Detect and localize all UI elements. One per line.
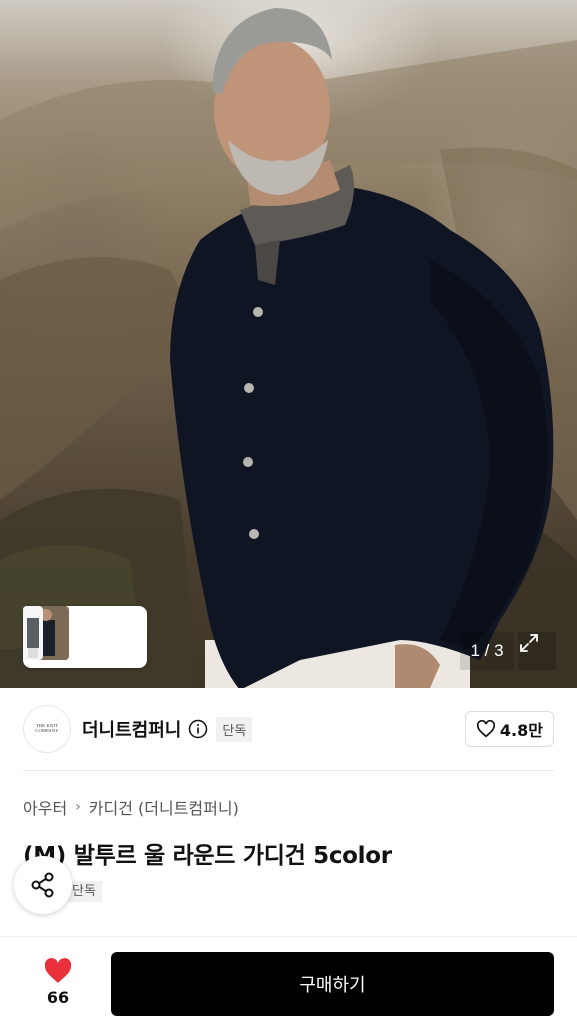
product-photo — [0, 8, 577, 688]
breadcrumb: 아우터 › 카디건 (더니트컴퍼니) — [23, 795, 239, 819]
exclusive-badge: 단독 — [216, 716, 253, 742]
brand-name[interactable]: 더니트컴퍼니 — [82, 716, 181, 742]
heart-filled-icon — [44, 957, 72, 983]
brand-row: THE KNIT COMPANY 더니트컴퍼니 단독 4.8만 — [23, 705, 554, 753]
brand-logo[interactable]: THE KNIT COMPANY — [23, 705, 71, 753]
share-button[interactable] — [14, 856, 72, 914]
brand-like-count: 4.8만 — [499, 721, 543, 740]
info-icon[interactable] — [188, 719, 208, 739]
divider — [23, 770, 554, 771]
chevron-right-icon: › — [75, 799, 81, 815]
brand-like-button[interactable]: 4.8만 — [464, 711, 554, 747]
expand-icon — [520, 634, 538, 652]
expand-button[interactable] — [518, 632, 556, 670]
thumbnail-image-3 — [23, 606, 43, 660]
breadcrumb-item-cardigan[interactable]: 카디건 (더니트컴퍼니) — [89, 795, 239, 819]
buy-button[interactable]: 구매하기 — [111, 952, 554, 1016]
image-counter: 1 / 3 — [460, 632, 514, 670]
bottom-action-bar: 66 구매하기 — [0, 936, 577, 1024]
wishlist-count: 66 — [46, 987, 70, 1007]
product-title: (M) 발투르 울 라운드 가디건 5color — [23, 843, 392, 869]
heart-outline-icon — [476, 720, 495, 738]
breadcrumb-item-outer[interactable]: 아우터 — [23, 795, 67, 819]
product-image[interactable]: AI › 1 / 3 — [0, 0, 577, 688]
thumbnail-strip-button[interactable]: AI › — [23, 606, 147, 668]
share-icon — [31, 872, 54, 898]
brand-logo-text: THE KNIT COMPANY — [35, 723, 59, 733]
wishlist-button[interactable]: 66 — [28, 953, 88, 1011]
